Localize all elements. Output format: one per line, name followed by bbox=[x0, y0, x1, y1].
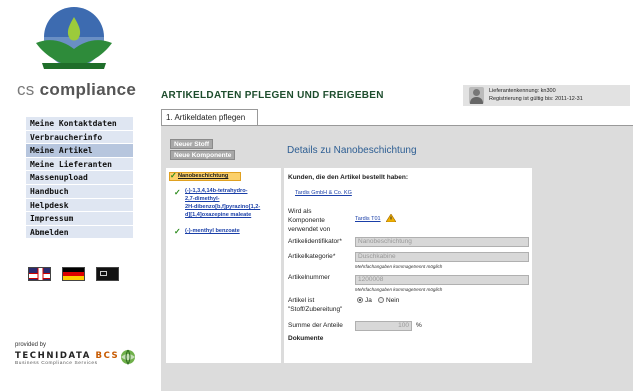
no-radio[interactable] bbox=[378, 297, 384, 303]
customer-link[interactable]: Tardis GmbH & Co. KG bbox=[295, 190, 352, 196]
other-language-flag-icon[interactable] bbox=[96, 267, 119, 281]
brand-prefix: cs bbox=[17, 80, 40, 99]
user-avatar-icon bbox=[469, 87, 484, 104]
nav-item-massenupload[interactable]: Massenupload bbox=[26, 171, 133, 185]
tree-item-nanobeschichtung[interactable]: Nanobeschichtung bbox=[178, 173, 228, 180]
new-substance-button[interactable]: Neuer Stoff bbox=[170, 139, 214, 149]
no-label: Nein bbox=[386, 297, 400, 304]
bcs-name: BCS bbox=[95, 351, 120, 361]
article-category-label-text: Artikelkategorie bbox=[288, 253, 333, 260]
multiple-entries-note: Mehrfachangaben kommagetrennt möglich bbox=[355, 264, 443, 269]
left-navigation: Meine Kontaktdaten Verbraucherinfo Meine… bbox=[26, 117, 133, 240]
brand-suffix: compliance bbox=[39, 80, 137, 99]
provided-by-label: provided by bbox=[15, 342, 47, 348]
nav-item-impressum[interactable]: Impressum bbox=[26, 212, 133, 226]
user-info-box: Lieferantenkennung: kn300 Registrierung … bbox=[463, 85, 630, 106]
language-flags bbox=[28, 267, 119, 281]
technidata-logo-text: TECHNIDATA BCS bbox=[15, 351, 119, 361]
check-icon: ✓ bbox=[170, 171, 177, 180]
details-heading: Details zu Nanobeschichtung bbox=[287, 145, 417, 156]
documents-label: Dokumente bbox=[288, 335, 324, 342]
technidata-subtitle: Business Compliance Services bbox=[15, 361, 98, 366]
nav-item-abmelden[interactable]: Abmelden bbox=[26, 225, 133, 240]
check-icon: ✓ bbox=[174, 188, 181, 197]
article-number-field[interactable]: 1200008 bbox=[355, 275, 529, 285]
percent-unit: % bbox=[416, 322, 422, 329]
sum-field[interactable]: 100 bbox=[355, 321, 412, 331]
article-category-label: Artikelkategorie* bbox=[288, 253, 336, 260]
tree-item-menthyl-benzoate[interactable]: (-)-menthyl benzoate bbox=[185, 228, 240, 235]
article-id-label: Artikelidentifikator* bbox=[288, 238, 342, 245]
nav-item-helpdesk[interactable]: Helpdesk bbox=[26, 198, 133, 213]
technidata-name: TECHNIDATA bbox=[15, 351, 96, 361]
page-title: ARTIKELDATEN PFLEGEN UND FREIGEBEN bbox=[161, 90, 384, 101]
german-flag-icon[interactable] bbox=[62, 267, 85, 281]
tree-item-line[interactable]: (-)-1,3,4,14b-tetrahydro- bbox=[185, 188, 247, 195]
nav-item-handbuch[interactable]: Handbuch bbox=[26, 184, 133, 199]
tree-item-line[interactable]: 2H-dibenzo[b,f]pyrazino[1,2- bbox=[185, 204, 260, 211]
brand-name: cs compliance bbox=[17, 80, 136, 100]
supplier-id: Lieferantenkennung: kn300 bbox=[489, 88, 556, 94]
article-number-label: Artikelnummer bbox=[288, 274, 330, 281]
warning-icon[interactable] bbox=[386, 214, 396, 222]
check-icon: ✓ bbox=[174, 227, 181, 236]
nav-item-meine-artikel[interactable]: Meine Artikel bbox=[26, 144, 133, 158]
sum-label: Summe der Anteile bbox=[288, 322, 343, 329]
technidata-globe-icon bbox=[121, 349, 135, 366]
customers-label: Kunden, die den Artikel bestellt haben: bbox=[288, 174, 409, 181]
used-as-component-label: Wird als Komponente verwendet von bbox=[288, 208, 331, 233]
yes-label: Ja bbox=[365, 297, 372, 304]
multiple-entries-note: Mehrfachangaben kommagetrennt möglich bbox=[355, 287, 443, 292]
article-category-field[interactable]: Duschkabine bbox=[355, 252, 529, 262]
tab-artikeldaten-pflegen[interactable]: 1. Artikeldaten pflegen bbox=[161, 109, 258, 125]
used-as-component-link[interactable]: Tardis T01 bbox=[355, 216, 381, 222]
is-substance-label: Artikel ist "Stoff/Zubereitung" bbox=[288, 297, 343, 313]
nav-item-meine-kontaktdaten[interactable]: Meine Kontaktdaten bbox=[26, 117, 133, 131]
yes-radio[interactable] bbox=[357, 297, 363, 303]
cs-compliance-logo bbox=[36, 7, 112, 69]
tree-item-line[interactable]: d][1,4]oxazepine maleate bbox=[185, 212, 251, 219]
registration-validity: Registrierung ist gültig bis: 2011-12-31 bbox=[489, 96, 583, 102]
uk-flag-icon[interactable] bbox=[28, 267, 51, 281]
new-component-button[interactable]: Neue Komponente bbox=[170, 150, 236, 160]
nav-item-meine-lieferanten[interactable]: Meine Lieferanten bbox=[26, 157, 133, 172]
component-tree bbox=[166, 168, 281, 363]
nav-item-verbraucherinfo[interactable]: Verbraucherinfo bbox=[26, 130, 133, 145]
article-id-label-text: Artikelidentifikator bbox=[288, 238, 340, 245]
tree-item-line[interactable]: 2,7-dimethyl- bbox=[185, 196, 220, 203]
article-id-field[interactable]: Nanobeschichtung bbox=[355, 237, 529, 247]
